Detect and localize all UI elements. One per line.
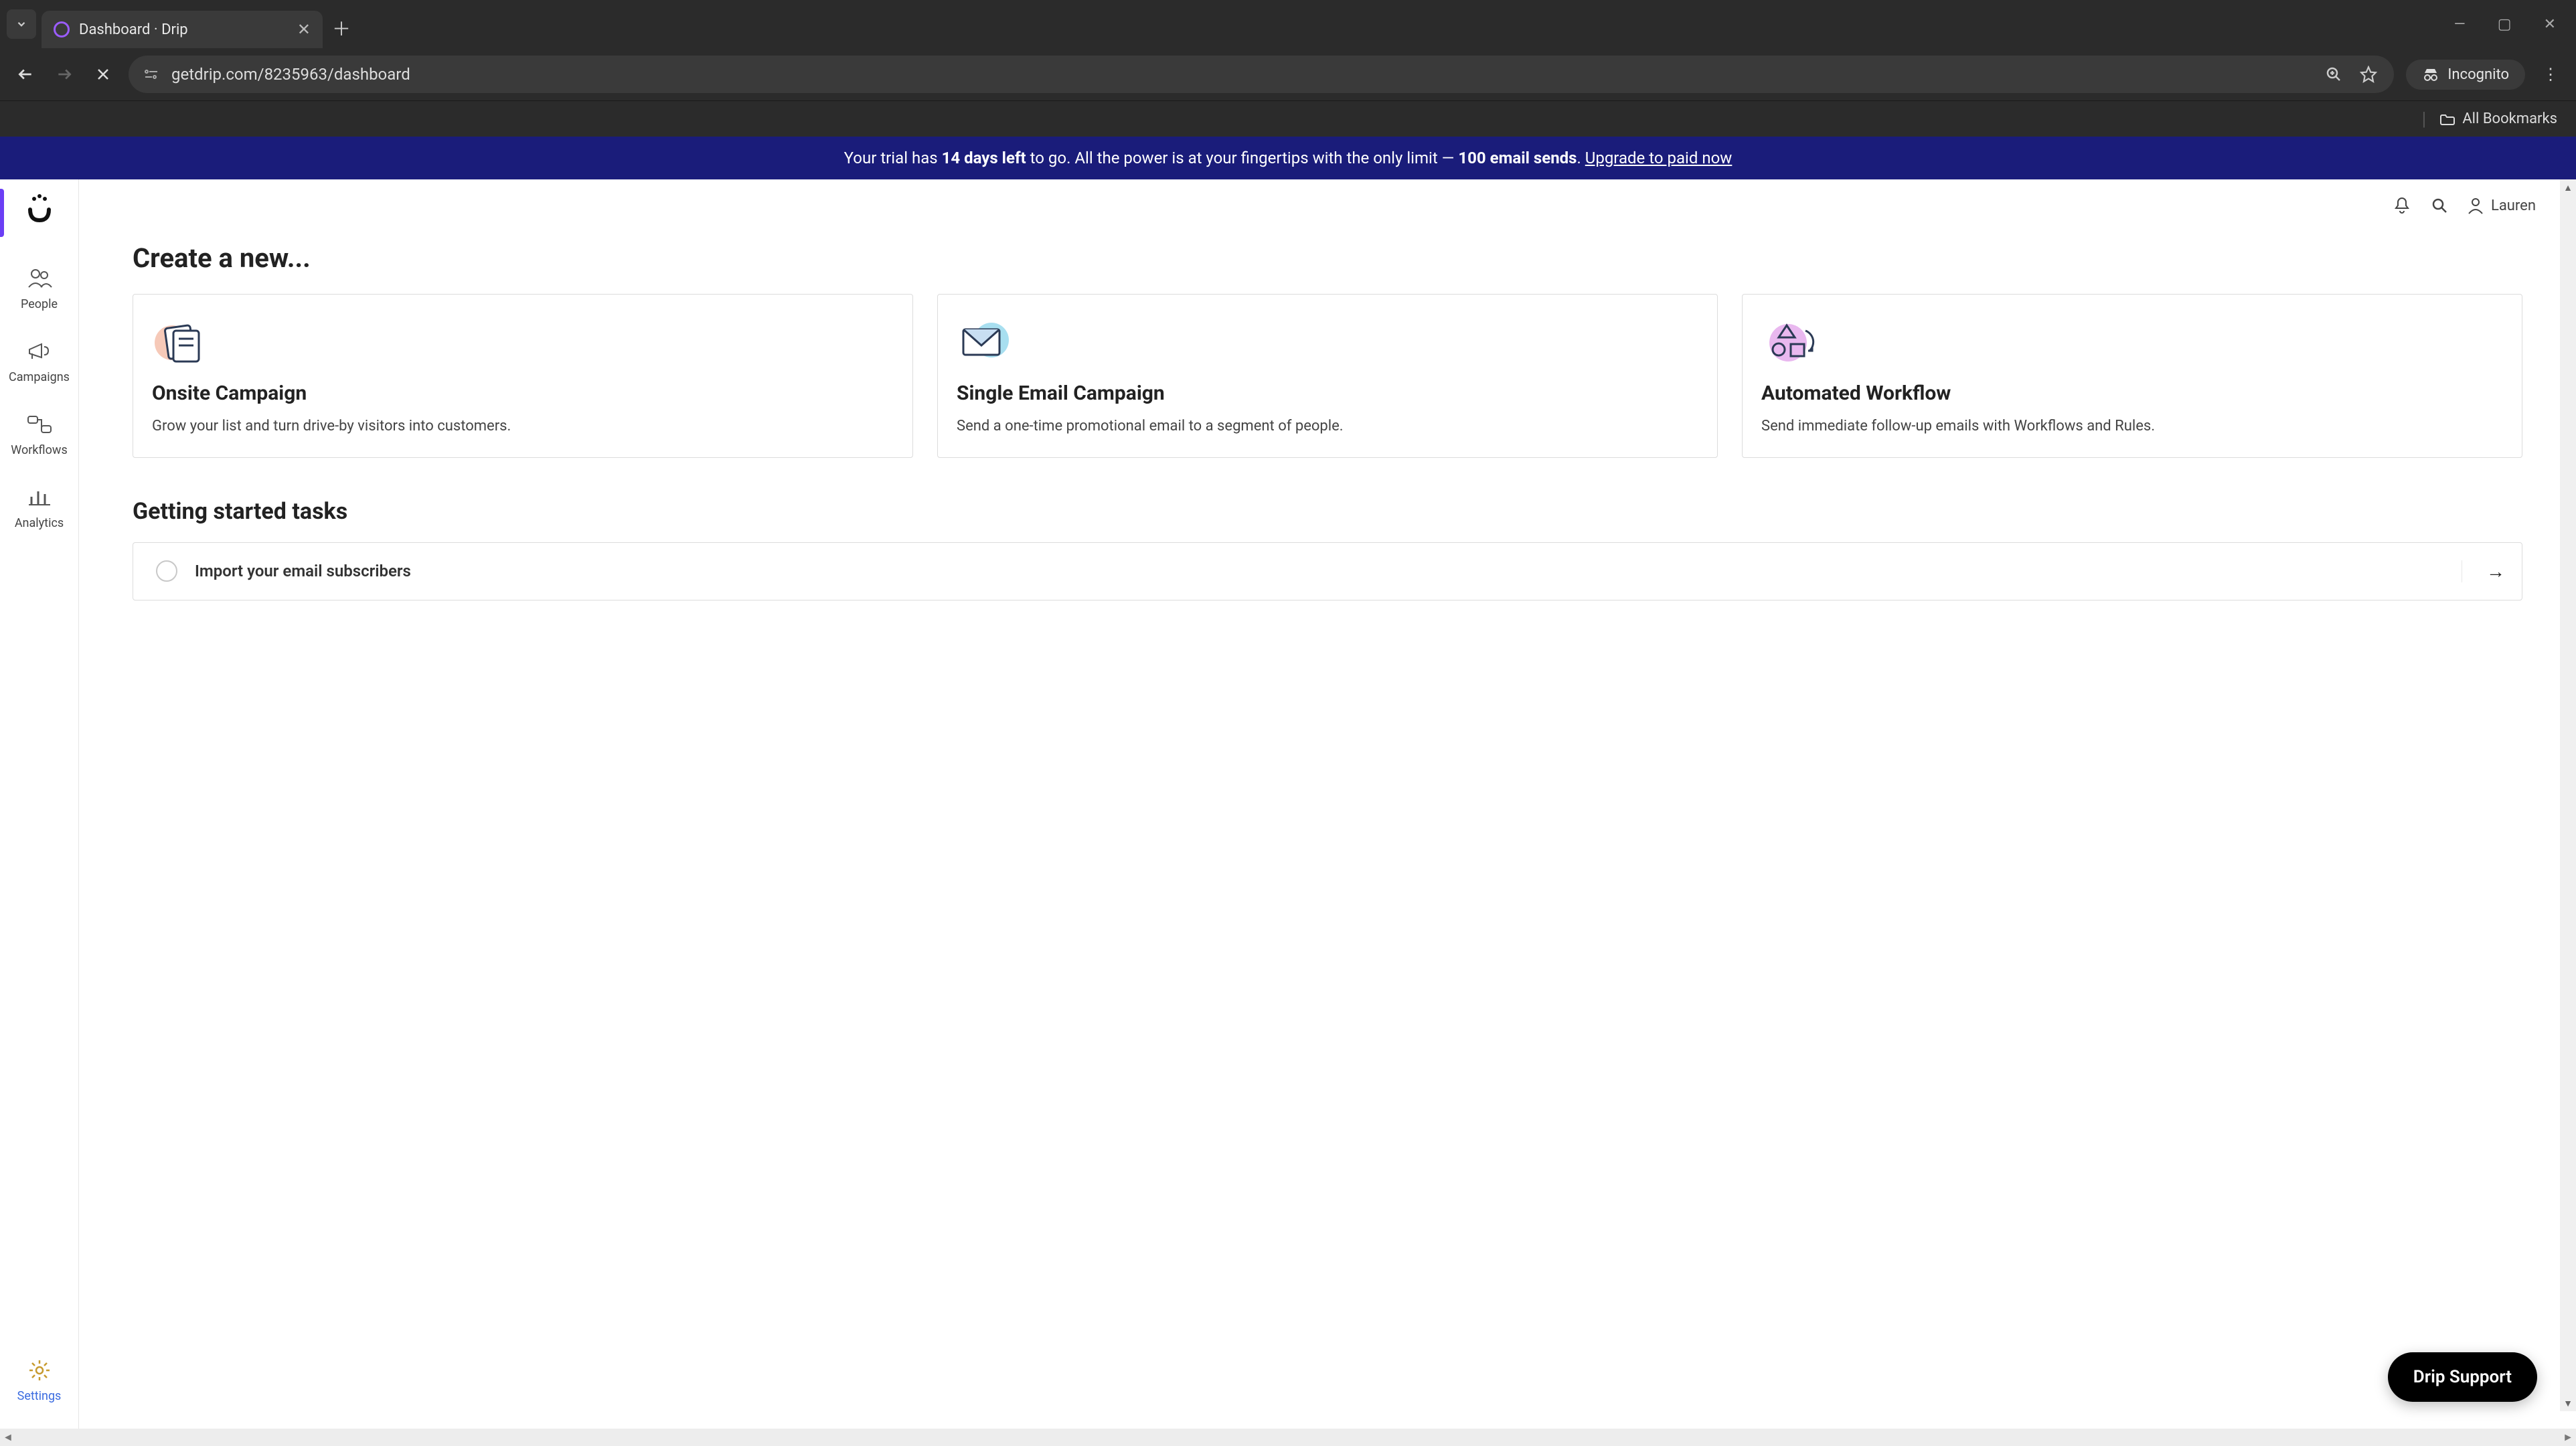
sidebar-item-label: People: [21, 297, 58, 311]
scroll-up-button[interactable]: ▲: [2560, 179, 2576, 195]
tasks-list: Import your email subscribers →: [133, 542, 2522, 600]
address-row: getdrip.com/8235963/dashboard Incognito …: [0, 48, 2576, 100]
sidebar-item-settings[interactable]: Settings: [0, 1344, 78, 1417]
sidebar-item-label: Campaigns: [9, 370, 70, 384]
card-desc: Send immediate follow-up emails with Wor…: [1761, 416, 2503, 437]
browser-tab[interactable]: Dashboard · Drip ✕: [42, 11, 323, 48]
task-row[interactable]: Import your email subscribers →: [133, 543, 2522, 600]
card-automated-workflow[interactable]: Automated Workflow Send immediate follow…: [1742, 294, 2522, 458]
topbar: Lauren: [79, 179, 2576, 216]
gear-icon: [26, 1357, 53, 1384]
url-text: getdrip.com/8235963/dashboard: [171, 65, 2311, 84]
bookmarks-bar: | All Bookmarks: [0, 100, 2576, 137]
browser-chrome: Dashboard · Drip ✕ ＋ — ▢ ✕ getdrip.com/8…: [0, 0, 2576, 137]
banner-suffix: .: [1577, 149, 1585, 167]
sidebar-item-analytics[interactable]: Analytics: [0, 471, 78, 544]
sidebar: People Campaigns Workflows Analytics: [0, 179, 79, 1429]
address-bar[interactable]: getdrip.com/8235963/dashboard: [129, 56, 2394, 93]
banner-limit: 100 email sends: [1458, 149, 1577, 167]
sidebar-settings-label: Settings: [17, 1389, 62, 1403]
search-button[interactable]: [2429, 195, 2449, 216]
workflow-icon: [26, 411, 53, 438]
window-close-button[interactable]: ✕: [2544, 16, 2556, 33]
card-onsite-campaign[interactable]: Onsite Campaign Grow your list and turn …: [133, 294, 913, 458]
sidebar-item-label: Workflows: [11, 443, 68, 457]
window-maximize-button[interactable]: ▢: [2498, 16, 2512, 33]
tasks-heading: Getting started tasks: [133, 498, 2522, 525]
new-tab-button[interactable]: ＋: [328, 15, 355, 42]
tabs-dropdown-button[interactable]: [7, 9, 36, 39]
site-controls-icon[interactable]: [142, 65, 161, 84]
window-minimize-button[interactable]: —: [2454, 16, 2466, 33]
page-area: Your trial has 14 days left to go. All t…: [0, 137, 2576, 1446]
sidebar-item-campaigns[interactable]: Campaigns: [0, 325, 78, 398]
nav-back-button[interactable]: [12, 61, 39, 88]
tab-title: Dashboard · Drip: [79, 21, 288, 38]
nav-forward-button[interactable]: [51, 61, 78, 88]
drip-logo[interactable]: [21, 189, 58, 226]
create-cards: Onsite Campaign Grow your list and turn …: [133, 294, 2522, 458]
nav-stop-button[interactable]: [90, 61, 116, 88]
app-body: People Campaigns Workflows Analytics: [0, 179, 2576, 1429]
notifications-button[interactable]: [2392, 195, 2412, 216]
tab-close-button[interactable]: ✕: [297, 20, 311, 39]
browser-menu-button[interactable]: ⋮: [2537, 61, 2564, 88]
sidebar-item-people[interactable]: People: [0, 252, 78, 325]
tab-strip: Dashboard · Drip ✕ ＋ — ▢ ✕: [0, 0, 2576, 48]
task-arrow-icon[interactable]: →: [2462, 560, 2499, 582]
card-desc: Send a one-time promotional email to a s…: [957, 416, 1698, 437]
card-title: Onsite Campaign: [152, 382, 894, 405]
task-checkbox[interactable]: [156, 560, 177, 582]
banner-prefix: Your trial has: [844, 149, 942, 167]
banner-middle: to go. All the power is at your fingerti…: [1026, 149, 1459, 167]
all-bookmarks-button[interactable]: All Bookmarks: [2439, 110, 2557, 127]
main-area: ▲ ▼ Lauren Create a new...: [79, 179, 2576, 1429]
card-desc: Grow your list and turn drive-by visitor…: [152, 416, 894, 437]
user-name: Lauren: [2491, 197, 2536, 214]
hscroll-right-button[interactable]: ►: [2563, 1431, 2573, 1444]
window-controls: — ▢ ✕: [2454, 16, 2569, 33]
scroll-down-button[interactable]: ▼: [2560, 1395, 2576, 1411]
bookmarks-divider: |: [2421, 108, 2426, 130]
card-single-email[interactable]: Single Email Campaign Send a one-time pr…: [937, 294, 1718, 458]
people-icon: [26, 265, 53, 292]
sidebar-active-marker: [0, 189, 4, 237]
incognito-indicator[interactable]: Incognito: [2406, 60, 2525, 90]
analytics-icon: [26, 484, 53, 511]
incognito-label: Incognito: [2447, 66, 2509, 83]
card-title: Automated Workflow: [1761, 382, 2503, 405]
support-button[interactable]: Drip Support: [2388, 1352, 2537, 1402]
sidebar-item-workflows[interactable]: Workflows: [0, 398, 78, 471]
workflow-card-icon: [1761, 317, 1820, 366]
content: Create a new... Onsite Campaign Grow you…: [79, 216, 2576, 627]
bookmark-star-icon[interactable]: [2356, 62, 2381, 86]
create-heading: Create a new...: [133, 242, 2522, 274]
zoom-icon[interactable]: [2322, 62, 2346, 86]
horizontal-scrollbar[interactable]: ◄ ►: [0, 1429, 2576, 1446]
all-bookmarks-label: All Bookmarks: [2462, 110, 2557, 127]
email-icon: [957, 317, 1016, 366]
card-title: Single Email Campaign: [957, 382, 1698, 405]
trial-banner: Your trial has 14 days left to go. All t…: [0, 137, 2576, 179]
banner-upgrade-link[interactable]: Upgrade to paid now: [1585, 149, 1733, 167]
megaphone-icon: [26, 338, 53, 365]
banner-days-left: 14 days left: [942, 149, 1026, 167]
tab-favicon-icon: [54, 21, 70, 37]
sidebar-item-label: Analytics: [15, 516, 64, 530]
hscroll-left-button[interactable]: ◄: [3, 1431, 13, 1444]
onsite-campaign-icon: [152, 317, 211, 366]
vertical-scrollbar[interactable]: ▲ ▼: [2560, 179, 2576, 1411]
user-menu[interactable]: Lauren: [2467, 196, 2536, 215]
task-label: Import your email subscribers: [195, 562, 2462, 580]
support-label: Drip Support: [2413, 1367, 2512, 1387]
